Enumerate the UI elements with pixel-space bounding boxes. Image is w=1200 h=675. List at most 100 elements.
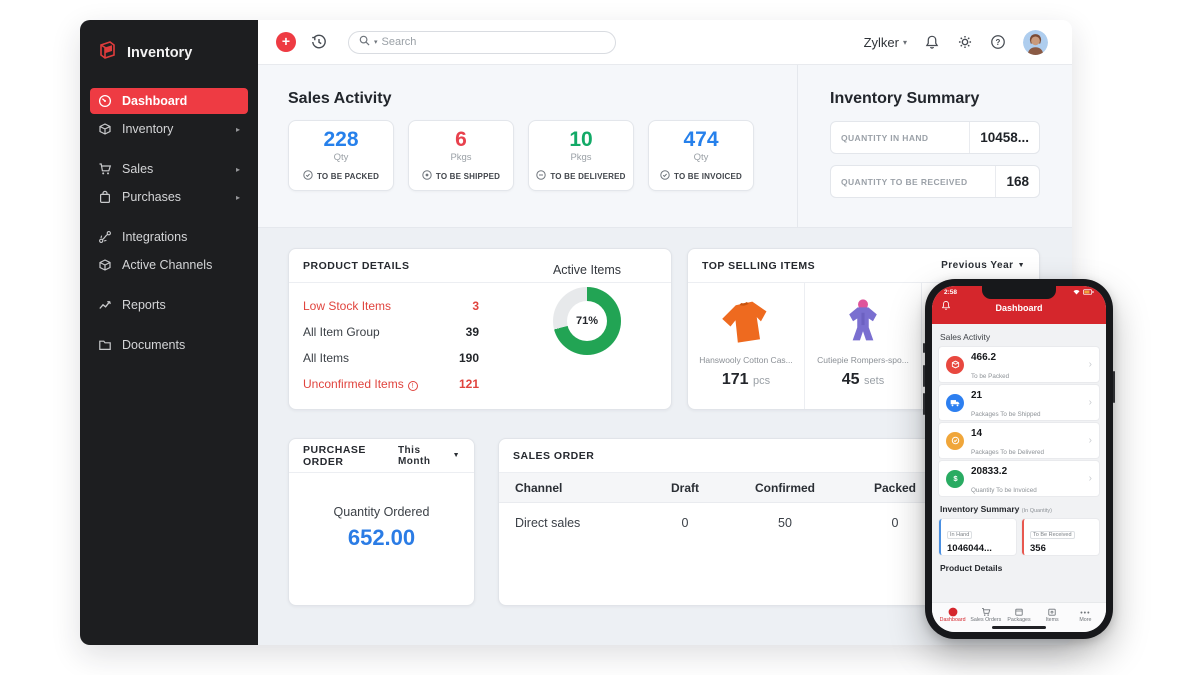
all-items-row[interactable]: All Items 190 <box>303 345 479 371</box>
chevron-down-icon: ▼ <box>452 452 460 459</box>
search-box[interactable]: ▾ <box>348 30 616 54</box>
sidebar-item-active-channels[interactable]: Active Channels <box>90 252 248 278</box>
filter-label: Previous Year <box>941 260 1014 271</box>
stats-section: Sales Activity 228 Qty TO BE PACKED 6 Pk… <box>258 65 1072 228</box>
phone-activity-row: 21 Packages To be Shipped › <box>939 385 1099 420</box>
active-items-donut: 71% <box>553 287 621 355</box>
help-icon[interactable]: ? <box>990 34 1006 50</box>
product-image-sweater <box>688 293 804 351</box>
active-items-widget: Active Items 71% <box>515 263 659 355</box>
product-name: Cutiepie Rompers-spo... <box>817 355 909 365</box>
chevron-right-icon: › <box>1088 435 1092 446</box>
search-input[interactable] <box>381 36 562 48</box>
org-name: Zylker <box>863 34 899 50</box>
phone-activity-icon-0 <box>946 355 964 374</box>
sidebar-item-purchases[interactable]: Purchases ▸ <box>90 184 248 210</box>
phone-in-hand-card: In Hand 1046044... <box>939 519 1016 555</box>
sales-activity-card-value-3: 474 <box>683 128 719 151</box>
sidebar-menu: Dashboard Inventory ▸ Sales ▸ Purchases … <box>80 88 258 358</box>
phone-activity-row: $ 20833.2 Quantity To be Invoiced › <box>939 461 1099 496</box>
product-image-romper <box>805 293 921 351</box>
phone-screen: 2:58 Dashboard Sales Activity 466.2 To be… <box>932 286 1106 632</box>
phone-tab-more: ••• More <box>1069 606 1102 625</box>
quantity-in-hand-box[interactable]: QUANTITY IN HAND 10458... <box>830 121 1040 154</box>
card-unit: Qty <box>693 152 709 163</box>
phone-tab-items: Items <box>1036 606 1069 625</box>
quick-create-button[interactable]: + <box>276 32 296 52</box>
phone-tab-label: Sales Orders <box>970 617 1002 623</box>
phone-tab-label: Dashboard <box>939 617 966 623</box>
sidebar-item-documents[interactable]: Documents <box>90 332 248 358</box>
cube-icon <box>1036 606 1069 617</box>
phone-bell-icon <box>941 300 951 313</box>
product-unit: pcs <box>753 375 771 387</box>
all-item-group-row[interactable]: All Item Group 39 <box>303 319 479 345</box>
to-be-shipped-card[interactable]: 6 Pkgs TO BE SHIPPED <box>408 120 514 191</box>
check-circle-icon <box>303 170 313 182</box>
product-details-card: PRODUCT DETAILS Low Stock Items 3 All It… <box>288 248 672 410</box>
cart-icon <box>969 606 1002 617</box>
phone-volume-up-button <box>923 365 925 387</box>
unconfirmed-items-row[interactable]: Unconfirmed Items! 121 <box>303 371 479 397</box>
quantity-ordered-value: 652.00 <box>347 525 416 550</box>
phone-activity-label: Quantity To be Invoiced <box>971 486 1037 494</box>
settings-gear-icon[interactable] <box>957 34 973 50</box>
sidebar-item-dashboard[interactable]: Dashboard <box>90 88 248 114</box>
search-scope-caret[interactable]: ▾ <box>374 38 378 46</box>
top-selling-item[interactable]: Cutiepie Rompers-spo... 45 sets <box>805 283 922 409</box>
sidebar-item-label: Dashboard <box>122 94 188 108</box>
sidebar-item-integrations[interactable]: Integrations <box>90 224 248 250</box>
top-selling-filter-dropdown[interactable]: Previous Year ▼ <box>941 260 1025 271</box>
to-be-delivered-card[interactable]: 10 Pkgs TO BE DELIVERED <box>528 120 634 191</box>
phone-notch <box>982 286 1056 299</box>
chevron-right-icon: ▸ <box>235 192 240 202</box>
product-qty: 45 <box>841 371 860 388</box>
channels-icon <box>98 258 112 272</box>
sidebar-item-inventory[interactable]: Inventory ▸ <box>90 116 248 142</box>
app-title: Inventory <box>127 44 193 61</box>
info-icon: ! <box>407 381 418 391</box>
card-label: TO BE PACKED <box>316 171 380 181</box>
row-value: 39 <box>465 325 479 339</box>
product-name: Hanswooly Cotton Cas... <box>699 355 793 365</box>
phone-power-button <box>1113 371 1115 403</box>
top-selling-item[interactable]: Hanswooly Cotton Cas... 171 pcs <box>688 283 805 409</box>
minus-circle-icon <box>536 170 547 182</box>
app-logo: Inventory <box>80 20 258 88</box>
gauge-icon <box>936 606 969 617</box>
chevron-down-icon: ▼ <box>1017 262 1025 269</box>
notifications-bell-icon[interactable] <box>924 34 940 50</box>
to-be-invoiced-card[interactable]: 474 Qty TO BE INVOICED <box>648 120 754 191</box>
purchase-order-filter-dropdown[interactable]: This Month ▼ <box>398 445 460 467</box>
product-unit: sets <box>864 375 885 387</box>
row-value: 3 <box>472 299 479 313</box>
donut-percent: 71% <box>575 315 599 327</box>
to-be-packed-card[interactable]: 228 Qty TO BE PACKED <box>288 120 394 191</box>
purchase-order-card: PURCHASE ORDER This Month ▼ Quantity Ord… <box>288 438 475 606</box>
phone-mockup: 2:58 Dashboard Sales Activity 466.2 To be… <box>923 279 1115 639</box>
quantity-to-be-received-box[interactable]: QUANTITY TO BE RECEIVED 168 <box>830 165 1040 198</box>
phone-activity-icon-3: $ <box>946 469 964 488</box>
recent-history-icon[interactable] <box>310 33 328 51</box>
low-stock-items-row[interactable]: Low Stock Items 3 <box>303 293 479 319</box>
inventory-summary-title: Inventory Summary <box>830 90 980 107</box>
column-header: Channel <box>515 480 563 495</box>
user-avatar[interactable] <box>1023 29 1048 55</box>
card-unit: Pkgs <box>450 152 472 163</box>
org-selector[interactable]: Zylker ▾ <box>864 35 907 50</box>
reports-icon <box>98 298 112 312</box>
sidebar-item-reports[interactable]: Reports <box>90 292 248 318</box>
phone-sales-activity-title: Sales Activity <box>940 332 991 342</box>
app-window: Inventory Dashboard Inventory ▸ Sales ▸ … <box>80 20 1072 645</box>
chevron-right-icon: › <box>1088 473 1092 484</box>
phone-tab-label: Packages <box>1007 617 1031 623</box>
sidebar-item-sales[interactable]: Sales ▸ <box>90 156 248 182</box>
phone-tab-packages: Packages <box>1002 606 1035 625</box>
quantity-ordered-label: Quantity Ordered <box>333 505 430 519</box>
wifi-icon <box>1073 289 1080 297</box>
phone-tab-label: Items <box>1045 617 1059 623</box>
dashboard-icon <box>98 94 112 108</box>
phone-activity-value: 466.2 <box>971 351 997 363</box>
chevron-right-icon: ▸ <box>235 124 240 134</box>
check-circle-icon <box>660 170 670 182</box>
